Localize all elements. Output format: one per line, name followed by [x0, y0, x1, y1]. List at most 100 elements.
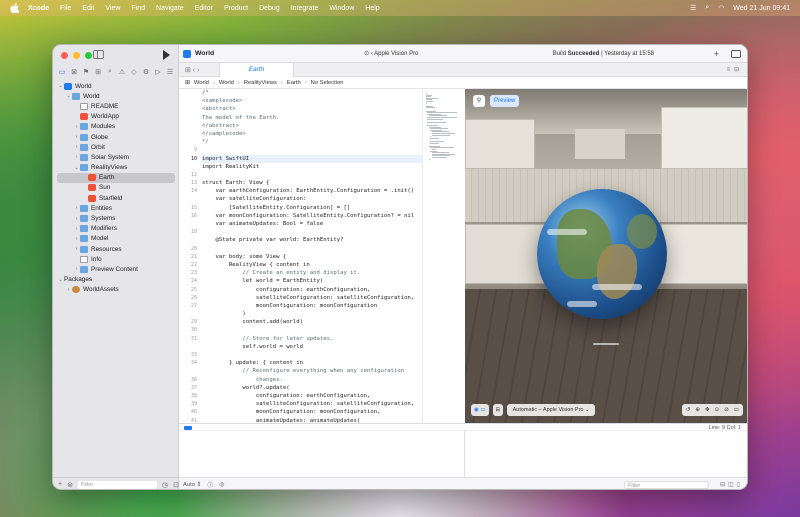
library-plus-icon[interactable]: +	[714, 49, 719, 59]
bookmark-icon[interactable]: ⚑	[81, 68, 91, 76]
navigator-row[interactable]: Starfield	[53, 193, 179, 203]
editor-options-icon[interactable]: ≡⊟	[726, 66, 743, 73]
add-file-icon[interactable]: +	[58, 481, 62, 488]
breadcrumb-item-folder[interactable]: RealityViews	[244, 80, 277, 86]
disclosure-chevron-icon[interactable]: ›	[73, 226, 80, 232]
source-control-icon[interactable]: ⊠	[69, 68, 79, 76]
menu-file[interactable]: File	[60, 5, 71, 12]
navigator-row[interactable]: Info	[53, 254, 179, 264]
breadcrumb-item-symbol[interactable]: No Selection	[311, 80, 344, 86]
breadcrumb-item-file[interactable]: Earth	[287, 80, 301, 86]
run-destination-selector[interactable]: ⊙ ‹ Apple Vision Pro	[364, 50, 418, 57]
menu-editor[interactable]: Editor	[195, 5, 213, 12]
dolly-icon[interactable]: ⊙	[715, 407, 720, 413]
symbol-navigator-icon[interactable]: ⊞	[93, 68, 103, 76]
navigator-row[interactable]: › Globe	[53, 132, 179, 142]
live-mode-icon[interactable]: ◉ ▭	[471, 404, 489, 416]
navigator-row[interactable]: › Resources	[53, 244, 179, 254]
breakpoint-navigator-icon[interactable]: ▷	[153, 68, 163, 76]
control-center-icon[interactable]: ☰	[690, 4, 696, 12]
disclosure-chevron-icon[interactable]: ⌄	[57, 277, 64, 283]
menu-window[interactable]: Window	[329, 5, 354, 12]
variants-icon[interactable]: ⊟	[492, 404, 504, 416]
disclosure-chevron-icon[interactable]: ›	[65, 287, 72, 293]
issue-navigator-icon[interactable]: ⚠	[117, 68, 127, 76]
disclosure-chevron-icon[interactable]: ›	[73, 205, 80, 211]
disclosure-chevron-icon[interactable]: ›	[73, 246, 80, 252]
info-icon[interactable]: ⓘ	[207, 480, 213, 489]
folder-navigator-icon[interactable]: ▭	[57, 68, 67, 76]
camera-icon[interactable]: ▭	[734, 407, 739, 413]
navigator-row[interactable]: › Modules	[53, 122, 179, 132]
report-navigator-icon[interactable]: ☰	[165, 68, 175, 76]
test-navigator-icon[interactable]: ◇	[129, 68, 139, 76]
navigator-row[interactable]: › Systems	[53, 213, 179, 223]
navigator-row[interactable]: ⌄ World	[53, 91, 179, 101]
pan-icon[interactable]: ✥	[705, 407, 710, 413]
minimap[interactable]	[422, 89, 465, 423]
run-button[interactable]	[163, 50, 170, 60]
menu-edit[interactable]: Edit	[82, 5, 94, 12]
navigator-row[interactable]: › Entities	[53, 203, 179, 213]
debug-area-toggle-icon[interactable]	[184, 426, 192, 430]
disclosure-chevron-icon[interactable]: ›	[73, 124, 80, 130]
debug-navigator-icon[interactable]: ⚙	[141, 68, 151, 76]
disclosure-chevron-icon[interactable]: ⌄	[73, 165, 80, 171]
navigator-row[interactable]: › Preview Content	[53, 264, 179, 274]
navigator-row[interactable]: › WorldAssets	[53, 285, 179, 295]
navigator-row[interactable]: README	[53, 101, 179, 111]
device-selector[interactable]: Automatic – Apple Vision Pro ⌄	[507, 404, 596, 416]
earth-globe-model[interactable]	[537, 189, 667, 319]
navigator-row[interactable]: › Orbit	[53, 142, 179, 152]
navigator-row[interactable]: WorldApp	[53, 112, 179, 122]
reset-camera-icon[interactable]: ↺	[686, 407, 691, 413]
auto-variables-selector[interactable]: Auto ⇕	[183, 482, 201, 488]
disclosure-chevron-icon[interactable]: ›	[73, 154, 80, 160]
apple-menu-icon[interactable]	[10, 3, 20, 13]
navigator-row[interactable]: ⌄ World	[53, 81, 179, 91]
menu-help[interactable]: Help	[365, 5, 379, 12]
navigator-row[interactable]: › Modifiers	[53, 224, 179, 234]
navigator-row[interactable]: ⌄ RealityViews	[53, 163, 179, 173]
wifi-icon[interactable]: ◠	[718, 4, 724, 12]
disclosure-chevron-icon[interactable]: ›	[73, 216, 80, 222]
sidebar-toggle-icon[interactable]	[93, 50, 104, 59]
inspector-toggle-icon[interactable]	[731, 50, 741, 58]
console-divider[interactable]	[464, 431, 465, 477]
menu-xcode[interactable]: Xcode	[28, 5, 49, 12]
recent-files-icon[interactable]: ◷	[162, 481, 168, 489]
disclosure-chevron-icon[interactable]: ›	[73, 144, 80, 150]
navigator-row[interactable]: Earth	[57, 172, 175, 183]
back-forward-icon[interactable]: ⊞ ‹ ›	[185, 66, 199, 74]
menu-integrate[interactable]: Integrate	[291, 5, 319, 12]
menu-clock[interactable]: Wed 21 Jun 09:41	[733, 5, 790, 12]
source-editor[interactable]: 9 10 12 13 14 15 16 18 20 21 22 23 24 25 26 27 29 30 31 33 3…	[179, 89, 422, 423]
menu-view[interactable]: View	[105, 5, 120, 12]
navigator-row[interactable]: Sun	[53, 183, 179, 193]
disclosure-chevron-icon[interactable]: ›	[73, 134, 80, 140]
navigator-row[interactable]: › Solar System	[53, 152, 179, 162]
console-layout-icons[interactable]: ⊟◫▯	[720, 481, 743, 488]
tab-earth[interactable]: Earth	[219, 62, 294, 77]
menu-product[interactable]: Product	[224, 5, 248, 12]
window-grabber-bar[interactable]	[593, 343, 619, 345]
disclosure-chevron-icon[interactable]: ›	[73, 236, 80, 242]
navigator-row[interactable]: ⌄ Packages	[53, 275, 179, 285]
console-filter-input[interactable]: Filter	[624, 480, 709, 489]
menu-debug[interactable]: Debug	[259, 5, 280, 12]
close-window-button[interactable]	[61, 52, 68, 59]
orbit-icon[interactable]: ⊕	[695, 407, 700, 413]
breadcrumb-grid-icon[interactable]: ⊞	[185, 80, 190, 86]
breadcrumb-item-group[interactable]: World	[219, 80, 234, 86]
minimize-window-button[interactable]	[73, 52, 80, 59]
menu-find[interactable]: Find	[131, 5, 145, 12]
zoom-window-button[interactable]	[85, 52, 92, 59]
disclosure-chevron-icon[interactable]: ⌄	[65, 93, 72, 99]
search-icon[interactable]: ⌕	[705, 4, 709, 12]
breadcrumb-item-project[interactable]: World	[194, 80, 209, 86]
preview-canvas[interactable]: ⚲ Preview ◉ ▭ ⊟ Automatic – Apple Vision…	[465, 89, 747, 423]
navigator-row[interactable]: › Model	[53, 234, 179, 244]
navigator-filter-input[interactable]: Filter	[77, 480, 158, 489]
find-navigator-icon[interactable]: ⌕	[105, 68, 115, 76]
disclosure-chevron-icon[interactable]: ⌄	[57, 83, 64, 89]
